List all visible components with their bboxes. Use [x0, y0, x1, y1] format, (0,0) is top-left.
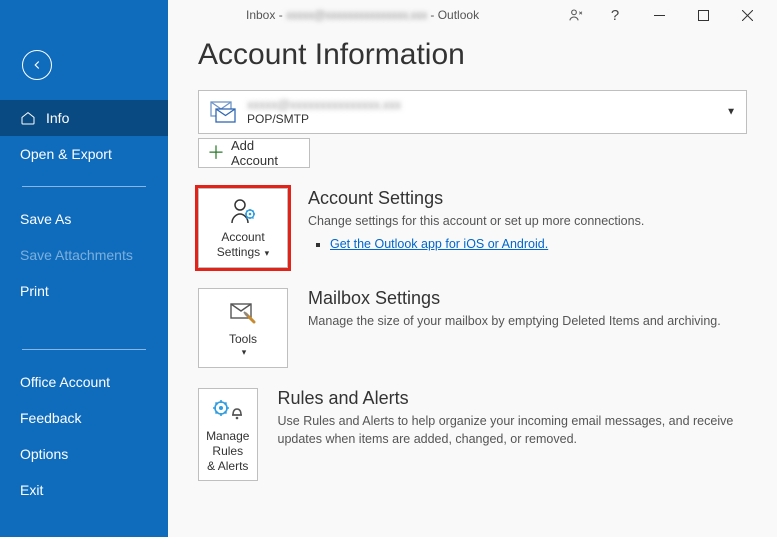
main-area: Inbox - xxxxx@xxxxxxxxxxxxxxx.xxx - Outl… — [168, 0, 777, 537]
outlook-app-link[interactable]: Get the Outlook app for iOS or Android. — [330, 237, 548, 251]
window-title: Inbox - xxxxx@xxxxxxxxxxxxxxx.xxx - Outl… — [246, 8, 479, 22]
coming-soon-button[interactable] — [559, 1, 593, 29]
account-settings-section: Account Settings Change settings for thi… — [308, 188, 644, 251]
info-icon — [20, 110, 36, 126]
envelope-icon — [209, 98, 237, 126]
sidebar-item-label: Info — [46, 110, 69, 126]
account-type: POP/SMTP — [247, 113, 401, 126]
mailbox-settings-section: Mailbox Settings Manage the size of your… — [308, 288, 721, 331]
title-suffix: - Outlook — [427, 8, 479, 22]
person-gear-icon — [228, 196, 258, 226]
sidebar-item-feedback[interactable]: Feedback — [0, 400, 168, 436]
account-settings-button[interactable]: Account Settings ▾ — [198, 188, 288, 268]
section-heading: Account Settings — [308, 188, 644, 209]
title-email-obscured: xxxxx@xxxxxxxxxxxxxxx.xxx — [286, 8, 427, 22]
minimize-icon — [654, 10, 665, 21]
sidebar-item-label: Print — [20, 283, 49, 299]
maximize-icon — [698, 10, 709, 21]
close-button[interactable] — [725, 1, 769, 29]
back-button[interactable] — [22, 50, 52, 80]
sidebar-item-label: Options — [20, 446, 68, 462]
add-account-label: Add Account — [231, 138, 301, 168]
button-label-line2: & Alerts — [207, 459, 248, 474]
sidebar-item-options[interactable]: Options — [0, 436, 168, 472]
backstage-sidebar: Info Open & Export Save As Save Attachme… — [0, 0, 168, 537]
manage-rules-alerts-button[interactable]: Manage Rules & Alerts — [198, 388, 258, 481]
page-title: Account Information — [198, 38, 747, 72]
rules-alerts-section: Rules and Alerts Use Rules and Alerts to… — [278, 388, 748, 448]
button-label: Tools — [229, 332, 257, 347]
arrow-left-icon — [30, 58, 44, 72]
sidebar-item-label: Open & Export — [20, 146, 112, 162]
sidebar-item-label: Save As — [20, 211, 71, 227]
sidebar-item-label: Feedback — [20, 410, 81, 426]
button-label-line1: Manage Rules — [203, 429, 253, 459]
separator — [22, 349, 146, 350]
section-description: Use Rules and Alerts to help organize yo… — [278, 413, 748, 448]
tools-button[interactable]: Tools ▾ — [198, 288, 288, 368]
sidebar-item-office-account[interactable]: Office Account — [0, 364, 168, 400]
mailbox-tools-icon — [228, 298, 258, 328]
minimize-button[interactable] — [637, 1, 681, 29]
account-email-obscured: xxxxx@xxxxxxxxxxxxxxx.xxx — [247, 98, 401, 112]
sidebar-item-open-export[interactable]: Open & Export — [0, 136, 168, 172]
chevron-down-icon: ▼ — [726, 107, 736, 118]
sidebar-item-label: Exit — [20, 482, 43, 498]
rules-alerts-icon — [212, 395, 244, 425]
question-icon: ? — [611, 7, 619, 24]
sidebar-item-print[interactable]: Print — [0, 273, 168, 309]
section-heading: Rules and Alerts — [278, 388, 748, 409]
section-description: Manage the size of your mailbox by empty… — [308, 313, 721, 331]
maximize-button[interactable] — [681, 1, 725, 29]
chevron-down-icon: ▾ — [242, 347, 247, 358]
sidebar-item-label: Office Account — [20, 374, 110, 390]
section-heading: Mailbox Settings — [308, 288, 721, 309]
sidebar-item-save-as[interactable]: Save As — [0, 201, 168, 237]
chevron-down-icon: ▾ — [262, 248, 269, 258]
title-prefix: Inbox - — [246, 8, 286, 22]
help-button[interactable]: ? — [593, 1, 637, 29]
person-icon — [568, 7, 584, 23]
separator — [22, 186, 146, 187]
button-label-line1: Account — [221, 230, 264, 245]
content: Account Information xxxxx@xxxxxxxxxxxxxx… — [168, 30, 777, 501]
window: Info Open & Export Save As Save Attachme… — [0, 0, 777, 537]
sidebar-item-label: Save Attachments — [20, 247, 133, 263]
sidebar-item-save-attachments: Save Attachments — [0, 237, 168, 273]
sidebar-item-info[interactable]: Info — [0, 100, 168, 136]
account-selector[interactable]: xxxxx@xxxxxxxxxxxxxxx.xxx POP/SMTP ▼ — [198, 90, 747, 134]
button-label-line2: Settings — [217, 245, 260, 259]
close-icon — [742, 10, 753, 21]
section-description: Change settings for this account or set … — [308, 213, 644, 231]
titlebar: Inbox - xxxxx@xxxxxxxxxxxxxxx.xxx - Outl… — [168, 0, 777, 30]
add-account-button[interactable]: ＋ Add Account — [198, 138, 310, 168]
sidebar-item-exit[interactable]: Exit — [0, 472, 168, 508]
